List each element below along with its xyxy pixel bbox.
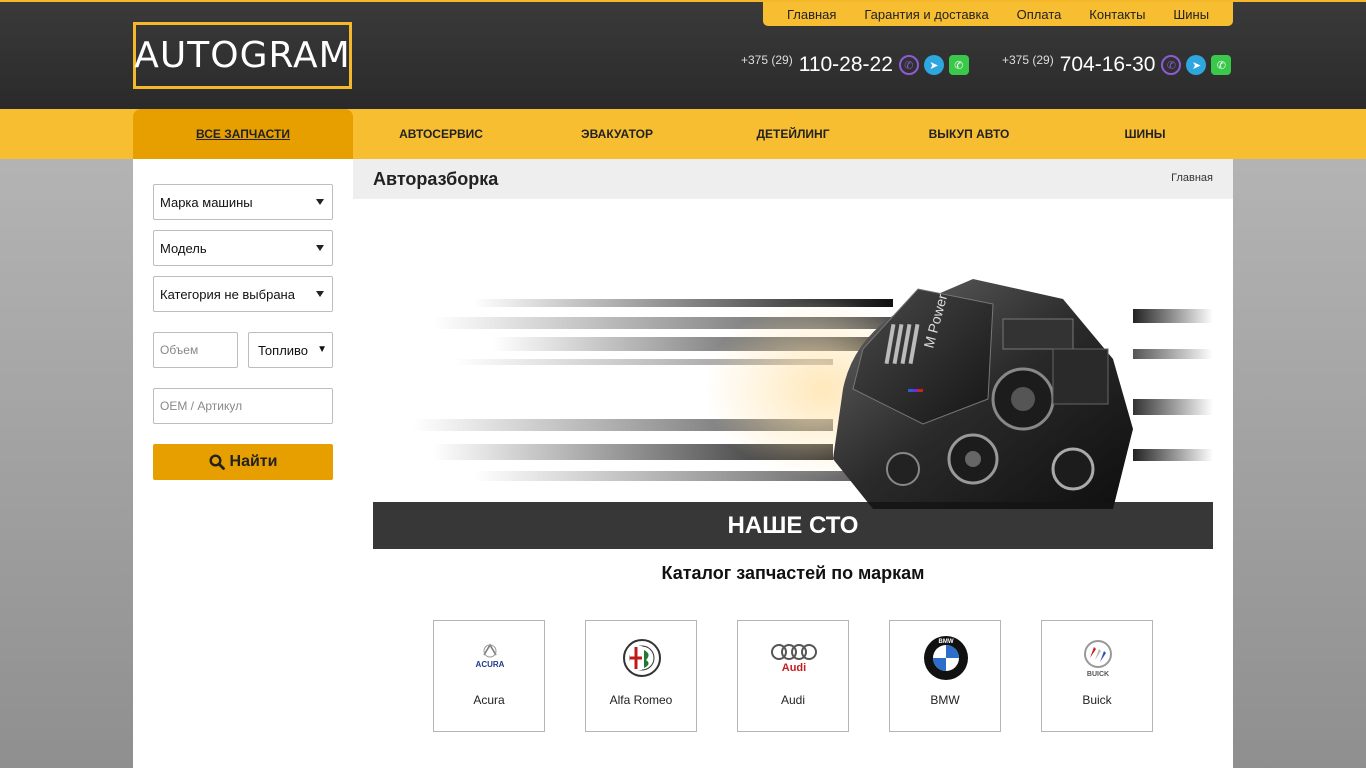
top-nav: Главная Гарантия и доставка Оплата Конта…: [763, 2, 1233, 26]
main-nav: ВСЕ ЗАПЧАСТИ АВТОСЕРВИС ЭВАКУАТОР ДЕТЕЙЛ…: [0, 109, 1366, 159]
motion-streak: [1133, 399, 1213, 415]
breadcrumb-home[interactable]: Главная: [1171, 172, 1213, 184]
motion-streak: [1133, 449, 1213, 461]
svg-text:ACURA: ACURA: [476, 660, 505, 669]
content-container: Марка машины Модель Категория не выбрана…: [133, 159, 1233, 768]
viber-icon[interactable]: ✆: [1161, 55, 1182, 75]
nav-detailing[interactable]: ДЕТЕЙЛИНГ: [705, 109, 881, 159]
oem-input[interactable]: [153, 388, 333, 424]
phone-block-2: +375 (29) 704-16-30 ✆ ➤ ✆: [1002, 50, 1236, 80]
volume-input[interactable]: [153, 332, 238, 368]
nav-car-buyout[interactable]: ВЫКУП АВТО: [881, 109, 1057, 159]
brand-grid: ACURA Acura Alfa Romeo Audi Audi BMW BMW…: [433, 620, 1153, 732]
whatsapp-icon[interactable]: ✆: [1211, 55, 1232, 75]
brand-name: BMW: [930, 693, 960, 707]
acura-logo-icon: ACURA: [465, 635, 515, 681]
motion-streak: [1133, 309, 1213, 323]
brand-card-acura[interactable]: ACURA Acura: [433, 620, 545, 732]
top-link-home[interactable]: Главная: [787, 7, 836, 22]
whatsapp-icon[interactable]: ✆: [948, 55, 969, 75]
svg-text:BUICK: BUICK: [1087, 671, 1109, 678]
dropdown-arrow-icon: [316, 245, 324, 251]
search-button-label: Найти: [229, 453, 278, 470]
nav-tow-truck[interactable]: ЭВАКУАТОР: [529, 109, 705, 159]
title-bar: Авторазборка Главная: [353, 159, 1233, 199]
search-icon: [209, 454, 225, 470]
parts-filter-sidebar: Марка машины Модель Категория не выбрана…: [133, 159, 353, 768]
main-content: Авторазборка Главная M Power НАШЕ СТО Ка…: [353, 159, 1233, 768]
top-link-tires[interactable]: Шины: [1173, 7, 1209, 22]
category-select[interactable]: Категория не выбрана: [153, 276, 333, 312]
brand-name: Alfa Romeo: [609, 693, 673, 707]
nav-tires[interactable]: ШИНЫ: [1057, 109, 1233, 159]
svg-text:BMW: BMW: [939, 639, 954, 645]
catalog-title: Каталог запчастей по маркам: [661, 563, 925, 583]
telegram-icon[interactable]: ➤: [923, 55, 944, 75]
model-select[interactable]: Модель: [153, 230, 333, 266]
brand-name: Acura: [473, 693, 505, 707]
category-select-value: Категория не выбрана: [160, 286, 295, 302]
brand-card-alfa-romeo[interactable]: Alfa Romeo: [585, 620, 697, 732]
dropdown-arrow-icon: [316, 199, 324, 205]
fuel-select[interactable]: Топливо ▼: [248, 332, 333, 368]
phone-number[interactable]: 704-16-30: [1060, 53, 1156, 77]
phone-code: +375 (29): [741, 53, 793, 67]
brand-card-audi[interactable]: Audi Audi: [737, 620, 849, 732]
page-title: Авторазборка: [373, 169, 499, 189]
phone-number[interactable]: 110-28-22: [799, 53, 893, 77]
phone-block-1: +375 (29) 110-28-22 ✆ ➤ ✆: [741, 50, 974, 80]
brand-select[interactable]: Марка машины: [153, 184, 333, 220]
search-button[interactable]: Найти: [153, 444, 333, 480]
chevron-down-icon: ▼: [317, 344, 327, 355]
fuel-select-value: Топливо: [258, 342, 309, 358]
audi-logo-icon: Audi: [769, 635, 819, 681]
buick-logo-icon: BUICK: [1073, 635, 1123, 681]
site-logo[interactable]: AUTOGRAM: [133, 22, 352, 89]
brand-card-bmw[interactable]: BMW BMW: [889, 620, 1001, 732]
brand-name: Buick: [1082, 693, 1112, 707]
phone-code: +375 (29): [1002, 53, 1054, 67]
nav-autoservice[interactable]: АВТОСЕРВИС: [353, 109, 529, 159]
svg-text:Audi: Audi: [782, 662, 806, 674]
viber-icon[interactable]: ✆: [898, 55, 919, 75]
brand-name: Audi: [780, 693, 806, 707]
banner-caption: НАШЕ СТО: [373, 502, 1213, 549]
engine-image: M Power: [833, 279, 1133, 509]
bmw-logo-icon: BMW: [921, 635, 971, 681]
telegram-icon[interactable]: ➤: [1186, 55, 1207, 75]
dropdown-arrow-icon: [316, 291, 324, 297]
top-link-contacts[interactable]: Контакты: [1089, 7, 1145, 22]
service-banner[interactable]: M Power НАШЕ СТО: [373, 259, 1213, 549]
model-select-value: Модель: [160, 240, 207, 256]
nav-all-parts[interactable]: ВСЕ ЗАПЧАСТИ: [133, 109, 353, 159]
alfa-romeo-logo-icon: [617, 635, 667, 681]
site-header: AUTOGRAM Главная Гарантия и доставка Опл…: [0, 0, 1366, 109]
top-link-payment[interactable]: Оплата: [1017, 7, 1062, 22]
top-link-warranty-delivery[interactable]: Гарантия и доставка: [864, 7, 988, 22]
motion-streak: [1133, 349, 1213, 359]
brand-card-buick[interactable]: BUICK Buick: [1041, 620, 1153, 732]
brand-select-value: Марка машины: [160, 194, 253, 210]
